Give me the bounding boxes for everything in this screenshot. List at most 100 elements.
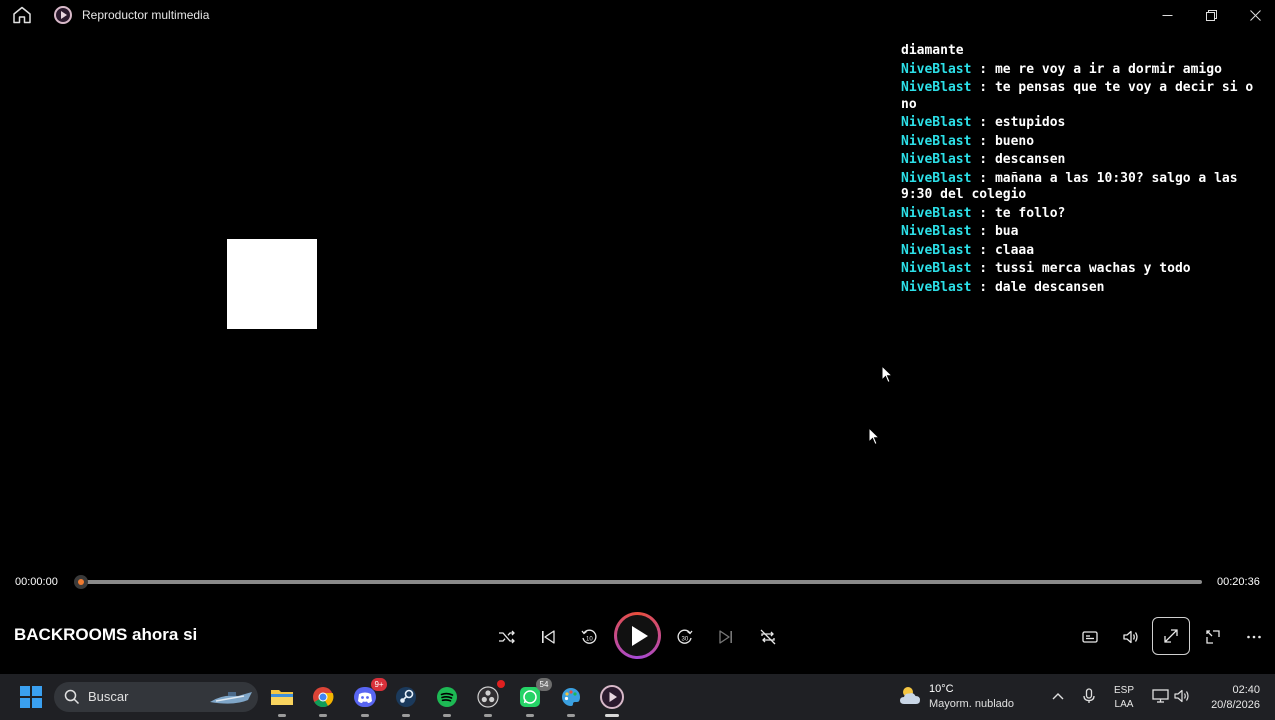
timeline: 00:00:00 00:20:36 [0, 566, 1275, 602]
taskbar-search[interactable]: Buscar [54, 682, 258, 712]
steam-icon[interactable] [392, 683, 420, 717]
total-time: 00:20:36 [1217, 576, 1260, 588]
chat-line: NiveBlast : mañana a las 10:30? salgo a … [901, 171, 1275, 204]
chat-line: NiveBlast : estupidos [901, 115, 1275, 132]
mini-player-icon [1206, 630, 1220, 644]
system-clock[interactable]: 02:40 20/8/2026 [1200, 683, 1260, 713]
video-white-square [227, 239, 317, 329]
current-time: 00:00:00 [15, 576, 58, 588]
chat-separator: : [971, 242, 995, 258]
chat-message: descansen [994, 152, 1066, 167]
rewind-10-icon: 10 [581, 629, 597, 644]
repeat-button[interactable] [751, 620, 785, 654]
chat-username: NiveBlast [901, 152, 972, 167]
chat-overlay: diamante NiveBlast : me re voy a ir a dor… [901, 43, 1275, 298]
restore-button[interactable] [1189, 0, 1233, 31]
seek-bar[interactable] [80, 580, 1202, 584]
chat-separator: : [971, 115, 995, 130]
play-button[interactable] [614, 612, 661, 659]
chat-line: NiveBlast : me re voy a ir a dormir amig… [901, 62, 1275, 79]
chat-username: NiveBlast [901, 205, 972, 221]
weather-cloudy-icon [900, 687, 920, 704]
chat-username: NiveBlast [901, 170, 972, 186]
chat-message: estupidos [994, 115, 1066, 130]
chat-separator: : [971, 261, 995, 276]
volume-icon [1123, 630, 1138, 644]
chrome-icon[interactable] [309, 683, 337, 717]
chat-line: NiveBlast : dale descansen [901, 280, 1275, 297]
paint-icon[interactable] [557, 683, 585, 717]
windows-start-icon[interactable] [20, 686, 42, 708]
window-title: Reproductor multimedia [82, 8, 210, 22]
previous-button[interactable] [531, 620, 565, 654]
more-options-button[interactable] [1237, 620, 1271, 654]
subtitles-button[interactable] [1073, 620, 1107, 654]
search-highlight-image [210, 692, 252, 704]
minimize-button[interactable] [1145, 0, 1189, 31]
chat-username: NiveBlast [901, 261, 972, 276]
chat-separator: : [971, 61, 995, 77]
language-code: ESP [1113, 685, 1134, 696]
shuffle-icon [499, 630, 515, 644]
whatsapp-notification-badge: 54 [536, 678, 552, 691]
file-explorer-icon[interactable] [268, 683, 296, 717]
keyboard-layout-code: LAA [1114, 699, 1134, 710]
playback-controls: BACKROOMS ahora si 10 30 [0, 602, 1275, 674]
close-button[interactable] [1233, 0, 1275, 31]
chat-line: NiveBlast : bueno [901, 134, 1275, 151]
chat-message: bueno [994, 133, 1035, 149]
whatsapp-icon[interactable]: 54 [516, 678, 552, 717]
spotify-icon[interactable] [433, 683, 461, 717]
chat-message: tussi merca wachas y todo [994, 261, 1191, 276]
seek-thumb[interactable] [74, 575, 88, 589]
chat-separator: : [971, 133, 995, 149]
microphone-icon[interactable] [1080, 687, 1098, 705]
obs-icon[interactable] [474, 680, 505, 717]
weather-temperature: 10°C [929, 683, 954, 695]
subtitles-icon [1082, 631, 1098, 643]
chat-line: NiveBlast : te follo? [901, 206, 1275, 223]
repeat-off-icon [760, 629, 776, 645]
chat-line: NiveBlast : descansen [901, 152, 1275, 169]
discord-icon[interactable]: 9+ [351, 678, 387, 717]
chat-username: NiveBlast [901, 115, 972, 130]
chat-username: NiveBlast [901, 242, 972, 258]
fullscreen-button[interactable] [1152, 617, 1190, 655]
chat-separator: : [971, 152, 995, 167]
media-player-taskbar-icon[interactable] [598, 683, 626, 717]
home-icon[interactable] [12, 6, 32, 24]
clock-date: 20/8/2026 [1211, 699, 1260, 711]
chat-separator: : [971, 80, 995, 95]
chat-username: NiveBlast [901, 80, 972, 95]
video-surface[interactable]: diamante NiveBlast : me re voy a ir a dor… [0, 31, 1275, 566]
more-icon [1247, 635, 1261, 639]
chat-line: NiveBlast : bua [901, 224, 1275, 241]
chat-message: me re voy a ir a dormir amigo [994, 61, 1222, 77]
network-icon[interactable] [1151, 687, 1169, 705]
chat-separator: : [971, 224, 995, 239]
input-language[interactable]: ESP LAA [1113, 684, 1135, 712]
media-player-app-icon [54, 6, 72, 24]
chat-separator: : [971, 205, 995, 221]
shuffle-button[interactable] [490, 620, 524, 654]
chat-line: NiveBlast : tussi merca wachas y todo [901, 261, 1275, 278]
chat-line: diamante [901, 43, 1275, 60]
next-button[interactable] [709, 620, 743, 654]
skip-back-10-button[interactable]: 10 [572, 620, 606, 654]
media-title: BACKROOMS ahora si [14, 625, 198, 644]
forward-30-icon: 30 [677, 629, 693, 644]
clock-time: 02:40 [1232, 684, 1260, 696]
chat-message: bua [994, 224, 1019, 239]
chat-separator: : [971, 279, 995, 295]
weather-description: Mayorm. nublado [929, 698, 1014, 710]
fullscreen-icon [1164, 629, 1178, 643]
search-placeholder: Buscar [88, 689, 129, 704]
mini-player-button[interactable] [1196, 620, 1230, 654]
next-icon [719, 630, 732, 644]
volume-button[interactable] [1114, 620, 1148, 654]
play-icon [617, 615, 658, 656]
chevron-up-icon[interactable] [1049, 687, 1067, 705]
search-icon [64, 689, 80, 705]
skip-forward-30-button[interactable]: 30 [668, 620, 702, 654]
speaker-icon[interactable] [1173, 687, 1191, 705]
